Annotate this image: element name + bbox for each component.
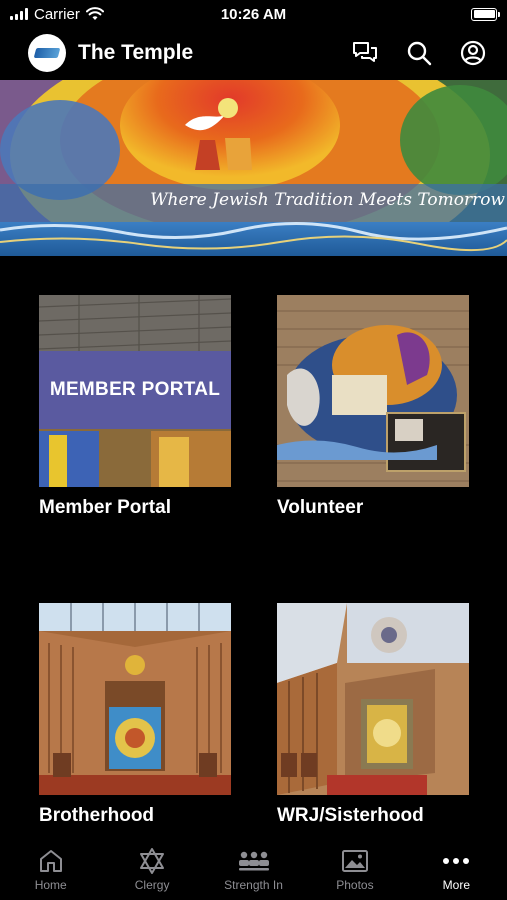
account-icon — [460, 40, 486, 66]
tab-more[interactable]: More — [406, 838, 507, 900]
search-icon — [407, 41, 432, 66]
tab-label: Strength In — [224, 878, 283, 892]
tab-photos[interactable]: Photos — [304, 838, 405, 900]
photo-icon — [341, 850, 368, 872]
tab-label: Clergy — [134, 878, 170, 892]
more-icon — [443, 858, 470, 864]
member-portal-banner: MEMBER PORTAL — [39, 351, 231, 429]
star-of-david-icon — [140, 848, 165, 874]
sisterhood-image — [277, 603, 469, 795]
tab-label: Photos — [336, 878, 374, 892]
wifi-icon — [85, 7, 104, 20]
tile-volunteer[interactable]: Volunteer — [277, 295, 469, 519]
tab-strength-in[interactable]: Strength In — [203, 838, 304, 900]
member-portal-image: MEMBER PORTAL — [39, 295, 231, 487]
tile-label: WRJ/Sisterhood — [277, 805, 424, 826]
app-header: The Temple — [0, 28, 507, 78]
banner-tagline: Where Jewish Tradition Meets Tomorrow — [150, 190, 505, 210]
status-bar: Carrier 10:26 AM — [0, 0, 507, 28]
tile-label: Volunteer — [277, 497, 364, 518]
hero-banner[interactable]: Where Jewish Tradition Meets Tomorrow — [0, 80, 507, 256]
tile-brotherhood[interactable]: Brotherhood — [39, 603, 231, 827]
brotherhood-image — [39, 603, 231, 795]
tile-label: Member Portal — [39, 497, 171, 518]
signal-icon — [10, 8, 28, 20]
tab-label: More — [442, 878, 470, 892]
home-icon — [39, 850, 62, 872]
tab-clergy[interactable]: Clergy — [101, 838, 202, 900]
search-button[interactable] — [401, 35, 437, 71]
mosaic-image — [0, 80, 507, 256]
chat-button[interactable] — [347, 35, 383, 71]
bottom-tab-bar: Home Clergy Strength In Photos More — [0, 838, 507, 900]
tile-wrj-sisterhood[interactable]: WRJ/Sisterhood — [277, 603, 469, 827]
chat-icon — [353, 42, 377, 62]
tile-label: Brotherhood — [39, 805, 155, 826]
battery-icon — [471, 7, 500, 21]
tab-home[interactable]: Home — [0, 838, 101, 900]
volunteer-image — [277, 295, 469, 487]
carrier-label: Carrier — [34, 5, 80, 23]
temple-logo[interactable] — [28, 34, 66, 72]
group-icon — [238, 851, 269, 871]
tile-member-portal[interactable]: MEMBER PORTAL Member Portal — [39, 295, 231, 519]
app-title: The Temple — [78, 41, 194, 64]
tab-label: Home — [34, 878, 67, 892]
account-button[interactable] — [455, 35, 491, 71]
